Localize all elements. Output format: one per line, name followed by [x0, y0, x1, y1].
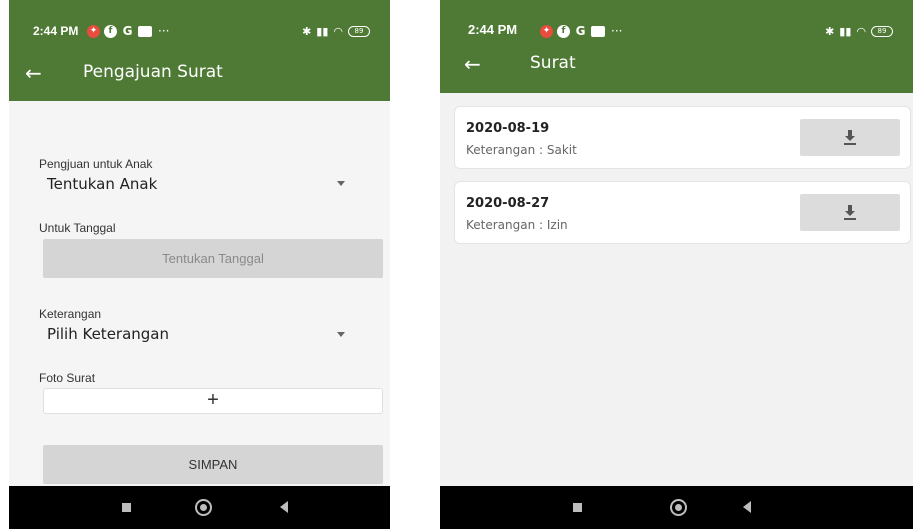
- date-picker-button[interactable]: Tentukan Tanggal: [43, 239, 383, 278]
- notification-app-icon: [138, 25, 152, 37]
- title-bar: ← Surat: [440, 52, 913, 81]
- page-title: Pengajuan Surat: [83, 62, 223, 82]
- dropdown-arrow-icon[interactable]: [337, 332, 345, 337]
- more-notifications-icon: ···: [611, 24, 623, 38]
- status-bar: 2:44 PM ✦ f G ··· ✱ ▮▮ ◠ 89: [440, 22, 913, 42]
- page-title: Surat: [530, 53, 576, 73]
- app-bar: 2:44 PM ✦ f G ··· ✱ ▮▮ ◠ 89 ← Pengajuan …: [9, 0, 390, 101]
- bluetooth-icon: ✱: [825, 24, 835, 38]
- back-icon[interactable]: [743, 501, 751, 513]
- child-field-label: Pengjuan untuk Anak: [39, 157, 153, 171]
- letter-request-form: Pengjuan untuk Anak Tentukan Anak Untuk …: [9, 101, 390, 486]
- save-button[interactable]: SIMPAN: [43, 445, 383, 484]
- back-arrow-icon[interactable]: ←: [464, 51, 481, 77]
- notification-app-icon: [591, 25, 605, 37]
- system-status-icons: ✱ ▮▮ ◠ 89: [302, 22, 370, 40]
- system-navigation-bar: [9, 486, 390, 529]
- more-notifications-icon: ···: [158, 24, 170, 38]
- reason-field-label: Keterangan: [39, 307, 102, 321]
- notification-icons: ✦ f G ···: [87, 22, 169, 40]
- system-status-icons: ✱ ▮▮ ◠ 89: [825, 22, 893, 40]
- status-time: 2:44 PM: [33, 24, 79, 38]
- phone-right-screen: 2:44 PM ✦ f G ··· ✱ ▮▮ ◠ 89 ← Surat 2020…: [440, 0, 913, 529]
- wifi-icon: ◠: [333, 24, 343, 38]
- letter-description: Keterangan : Izin: [466, 218, 568, 232]
- bluetooth-icon: ✱: [302, 24, 312, 38]
- list-item: 2020-08-19 Keterangan : Sakit: [454, 106, 911, 169]
- notification-app-icon: ✦: [540, 24, 553, 38]
- letter-date: 2020-08-27: [466, 196, 550, 211]
- wifi-icon: ◠: [856, 24, 866, 38]
- battery-icon: 89: [348, 25, 370, 37]
- notification-app-icon: ✦: [87, 24, 100, 38]
- title-bar: ← Pengajuan Surat: [9, 60, 390, 86]
- recents-icon[interactable]: [573, 503, 582, 512]
- letter-description: Keterangan : Sakit: [466, 143, 577, 157]
- dropdown-arrow-icon[interactable]: [337, 181, 345, 186]
- back-arrow-icon[interactable]: ←: [25, 60, 42, 86]
- download-button[interactable]: [800, 119, 900, 156]
- recents-icon[interactable]: [122, 503, 131, 512]
- reason-select[interactable]: Pilih Keterangan: [47, 325, 169, 343]
- photo-field-label: Foto Surat: [39, 371, 96, 385]
- google-icon: G: [575, 23, 586, 38]
- google-icon: G: [122, 23, 133, 38]
- download-button[interactable]: [800, 194, 900, 231]
- signal-icon: ▮▮: [839, 24, 852, 38]
- status-time: 2:44 PM: [468, 22, 518, 37]
- download-icon: [844, 205, 856, 220]
- notification-icons: ✦ f G ···: [540, 22, 622, 40]
- signal-icon: ▮▮: [316, 24, 329, 38]
- add-photo-button[interactable]: +: [43, 388, 383, 414]
- home-icon[interactable]: [195, 499, 212, 516]
- home-icon[interactable]: [670, 499, 687, 516]
- letter-date: 2020-08-19: [466, 121, 550, 136]
- list-item: 2020-08-27 Keterangan : Izin: [454, 181, 911, 244]
- date-field-label: Untuk Tanggal: [39, 221, 116, 235]
- download-icon: [844, 130, 856, 145]
- notification-app-icon: f: [104, 24, 117, 38]
- app-bar: 2:44 PM ✦ f G ··· ✱ ▮▮ ◠ 89 ← Surat: [440, 0, 913, 93]
- system-navigation-bar: [440, 486, 913, 529]
- notification-app-icon: f: [557, 24, 570, 38]
- back-icon[interactable]: [280, 501, 288, 513]
- child-select[interactable]: Tentukan Anak: [47, 175, 157, 193]
- status-bar: 2:44 PM ✦ f G ··· ✱ ▮▮ ◠ 89: [9, 22, 390, 42]
- phone-left-screen: 2:44 PM ✦ f G ··· ✱ ▮▮ ◠ 89 ← Pengajuan …: [9, 0, 390, 529]
- battery-icon: 89: [871, 25, 893, 37]
- letter-list: 2020-08-19 Keterangan : Sakit 2020-08-27…: [440, 93, 913, 486]
